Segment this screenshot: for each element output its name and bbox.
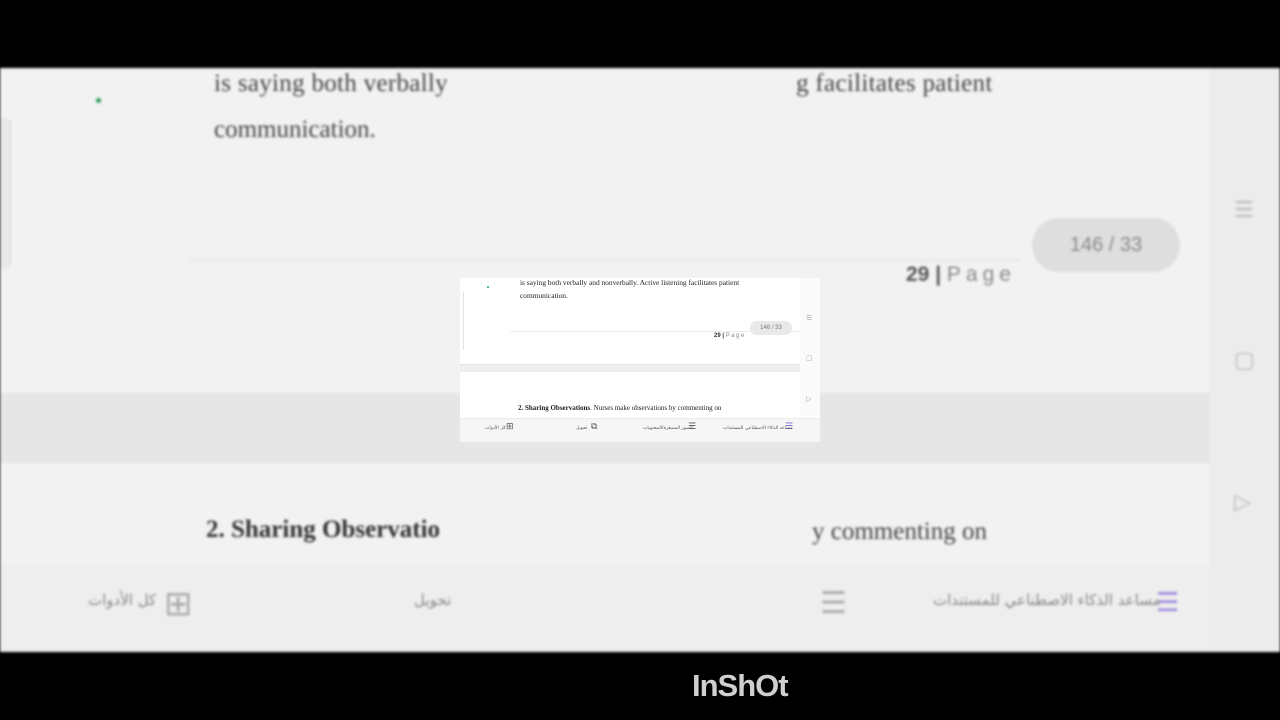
bg-heading-right: y commenting on: [812, 518, 987, 545]
convert-button[interactable]: تحويل: [576, 426, 587, 431]
inshot-watermark: InShOt: [692, 668, 789, 703]
bg-text-line-2: communication.: [214, 116, 376, 143]
square-icon[interactable]: ▢: [806, 354, 813, 362]
section-heading-rest: . Nurses make observations by commenting…: [590, 404, 722, 412]
play-icon[interactable]: ▷: [806, 395, 811, 403]
app-screen: is saying both verbally and nonverbally.…: [460, 278, 820, 442]
page-footer-word: Page: [725, 333, 746, 339]
section-heading: 2. Sharing Observations. Nurses make obs…: [518, 404, 721, 412]
doc-text-line-2: communication.: [520, 291, 568, 300]
bg-page-indicator: 146 / 33: [1032, 218, 1180, 272]
grid-icon[interactable]: ⊞: [506, 423, 514, 432]
doc-text-line-1: is saying both verbally and nonverbally.…: [520, 278, 740, 287]
bg-page-footer-word: Page: [946, 263, 1016, 286]
bg-convert-label: تحويل: [414, 591, 452, 609]
right-rail: ☰ ▢ ▷: [800, 278, 820, 416]
bg-grid-icon: ⊞: [164, 584, 193, 624]
outline-button[interactable]: الصور المصغرة/المحتويات: [643, 426, 693, 431]
page-footer: 29 | Page: [714, 333, 746, 339]
marker-dot: [487, 286, 489, 288]
page-gap: [460, 364, 800, 372]
ai-assistant-button[interactable]: مساعد الذكاء الاصطناعي للمستندات: [723, 426, 793, 431]
left-gutter: [460, 292, 464, 350]
bg-play-icon: ▷: [1234, 490, 1251, 515]
page-indicator[interactable]: 146 / 33: [750, 321, 792, 335]
bg-menu-icon: ☰: [1234, 198, 1254, 223]
all-tools-button[interactable]: كل الأدوات: [485, 426, 506, 431]
bg-page-footer-num: 29: [906, 263, 930, 286]
bg-square-icon: ▢: [1234, 348, 1255, 373]
bg-separator: [190, 260, 1020, 261]
section-heading-title: 2. Sharing Observations: [518, 404, 591, 412]
convert-icon[interactable]: ⧉: [591, 423, 597, 432]
bg-page-footer-sep: |: [929, 263, 947, 286]
bg-heading-left: 2. Sharing Observatio: [206, 516, 441, 543]
bg-ai-label: مساعد الذكاء الاصطناعي للمستندات: [933, 591, 1161, 609]
bg-left-edge: [0, 118, 11, 268]
bg-dot: [96, 98, 101, 103]
bg-list-icon: ☰: [820, 586, 847, 621]
menu-icon[interactable]: ☰: [806, 314, 812, 322]
bg-text-line-1-left: is saying both verbally: [214, 70, 448, 97]
bg-page-footer: 29 | Page: [906, 263, 1016, 287]
bg-all-tools-label: كل الأدوات: [88, 591, 157, 609]
bg-text-line-1: is saying both verbally g facilitates pa…: [214, 70, 993, 98]
page-footer-num: 29: [714, 333, 721, 339]
bg-text-line-1-right: g facilitates patient: [796, 70, 993, 97]
bg-right-rail: ☰ ▢ ▷: [1210, 68, 1280, 652]
